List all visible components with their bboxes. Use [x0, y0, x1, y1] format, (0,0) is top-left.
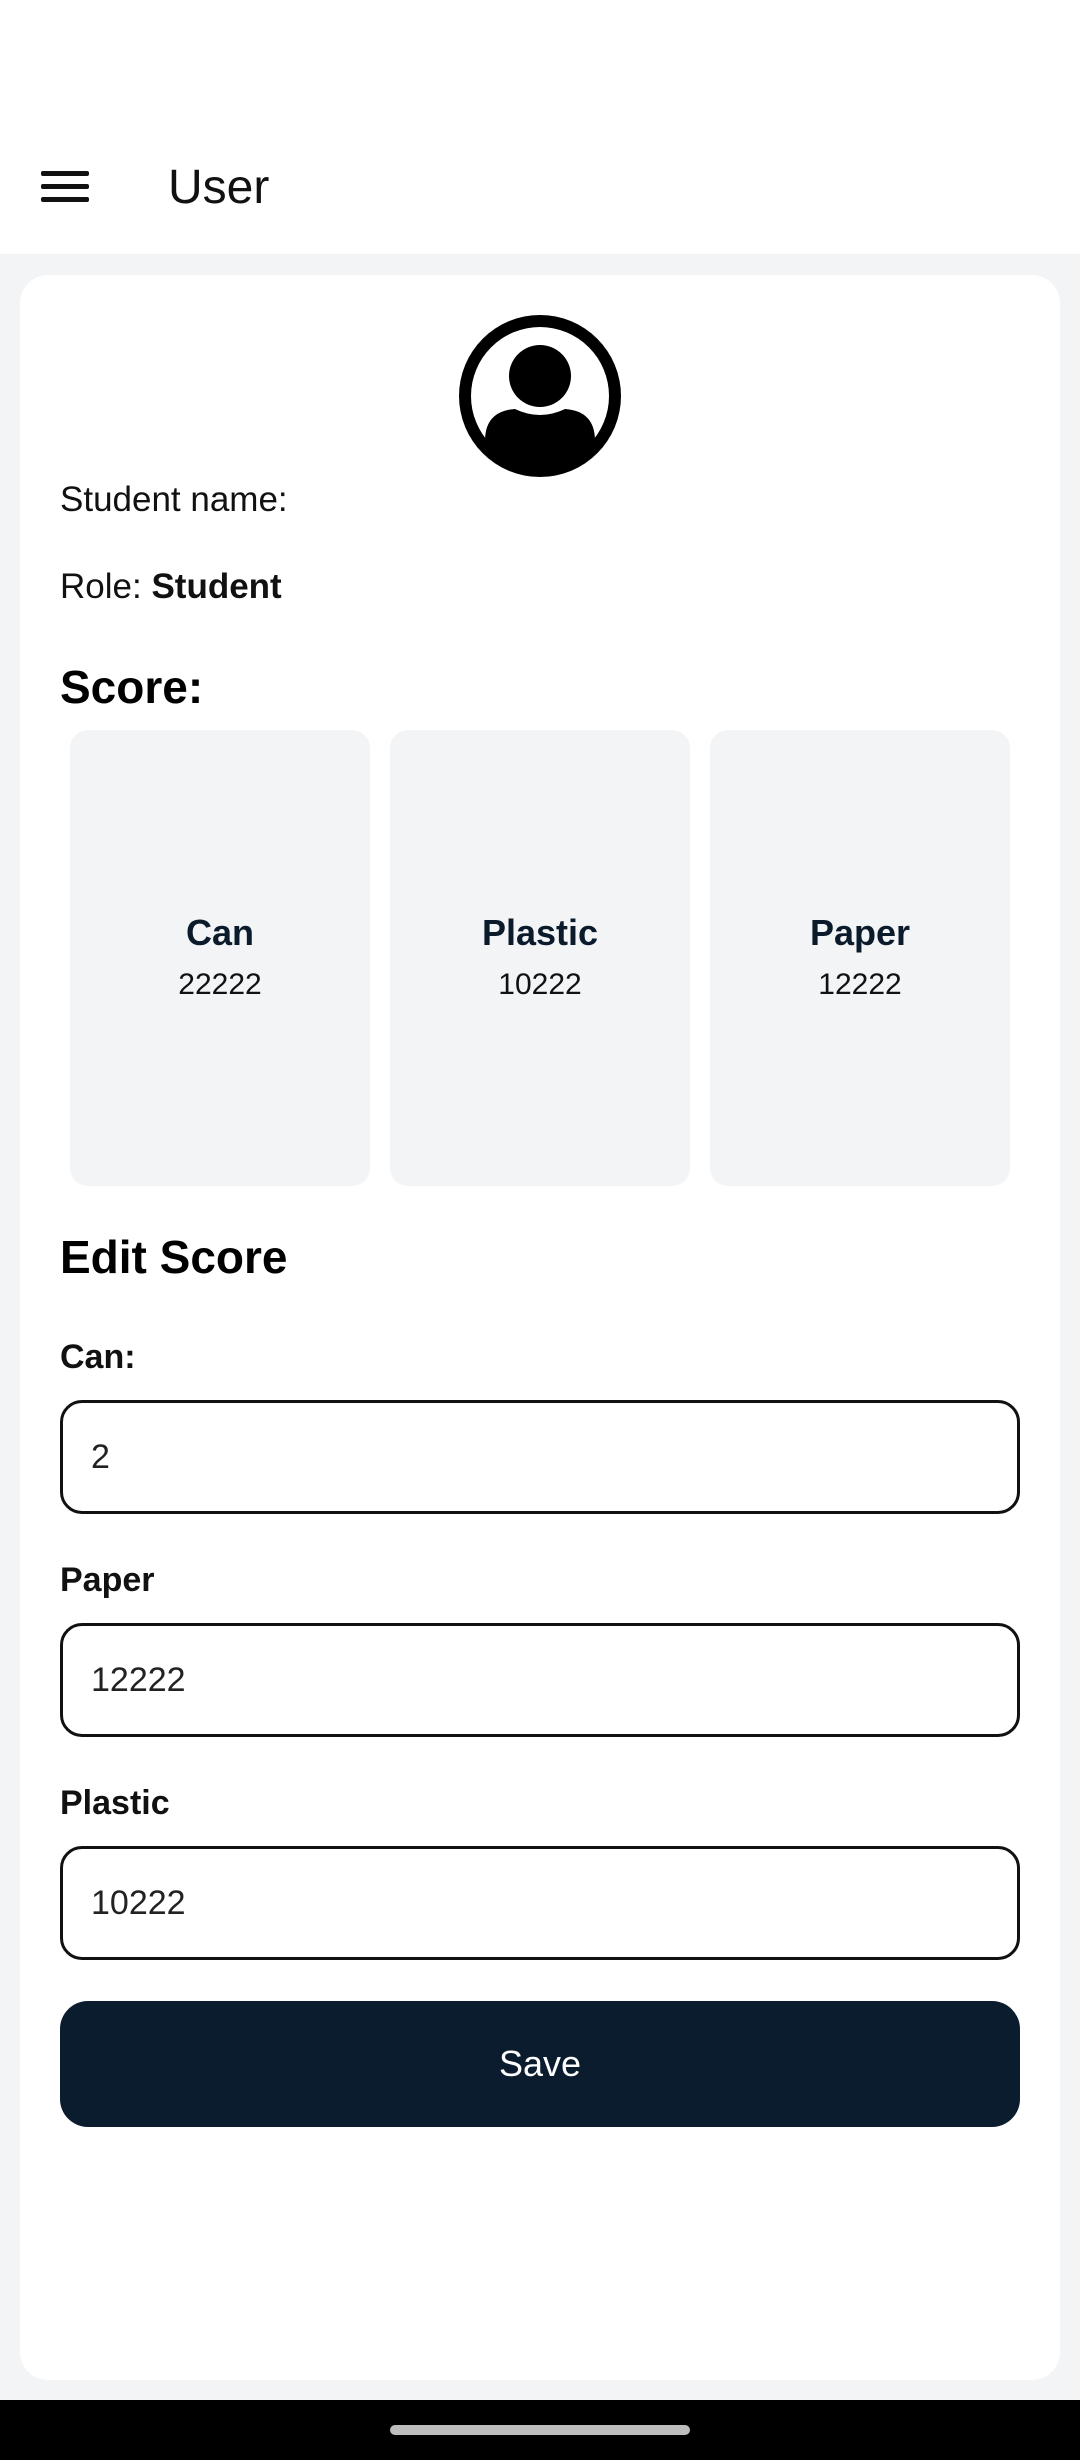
score-tile-value: 22222 — [178, 968, 262, 1001]
role-line: Role: Student — [60, 566, 282, 608]
score-tile-can: Can 22222 — [70, 730, 370, 1186]
save-button[interactable]: Save — [60, 2001, 1020, 2127]
score-tile-name: Paper — [809, 912, 911, 953]
score-tile-value: 10222 — [498, 968, 582, 1001]
paper-score-input[interactable] — [60, 1623, 1020, 1737]
score-tile-paper: Paper 12222 — [710, 730, 1010, 1186]
score-tile-plastic: Plastic 10222 — [390, 730, 690, 1186]
score-tile-value: 12222 — [818, 968, 902, 1001]
score-tile-name: Plastic — [481, 912, 599, 953]
home-indicator[interactable] — [390, 2425, 690, 2435]
app-bar: User — [0, 120, 1080, 254]
hamburger-menu-icon — [41, 171, 89, 202]
edit-score-title: Edit Score — [60, 1231, 288, 1283]
score-tile-name: Can — [185, 912, 254, 953]
role-label: Role: — [60, 567, 142, 606]
can-score-input[interactable] — [60, 1400, 1020, 1514]
plastic-score-input[interactable] — [60, 1846, 1020, 1960]
status-bar — [0, 0, 1080, 120]
plastic-field-label: Plastic — [60, 1784, 170, 1822]
page-title: User — [168, 161, 270, 214]
user-avatar-icon — [459, 315, 621, 477]
student-name-label: Student name: — [60, 480, 288, 519]
role-value: Student — [151, 567, 282, 606]
paper-field-label: Paper — [60, 1561, 155, 1599]
can-field-label: Can: — [60, 1338, 136, 1376]
score-title: Score: — [60, 661, 204, 713]
menu-button[interactable] — [30, 154, 100, 220]
